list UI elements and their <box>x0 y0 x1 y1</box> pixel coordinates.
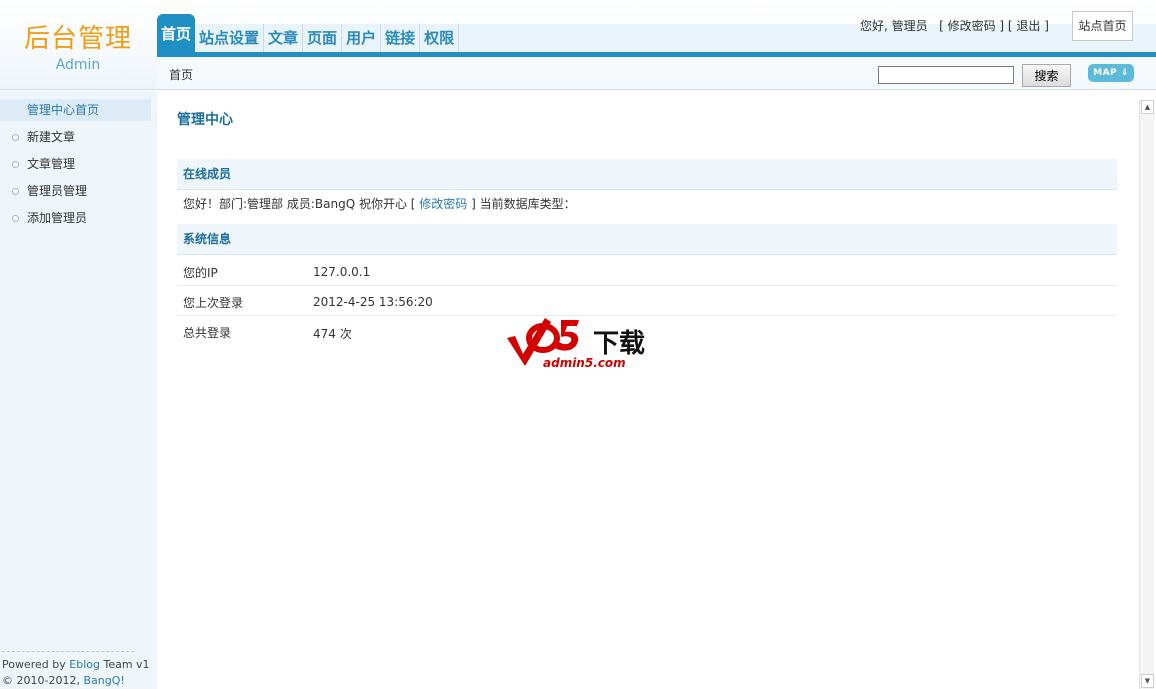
user-greeting: 您好, 管理员 <box>860 19 928 33</box>
map-button[interactable]: MAP ⇓ <box>1088 64 1134 82</box>
scroll-down-arrow-icon[interactable]: ▼ <box>1141 674 1154 688</box>
circle-bullet-icon <box>12 134 19 141</box>
circle-bullet-icon <box>12 215 19 222</box>
site-home-button[interactable]: 站点首页 <box>1072 11 1133 41</box>
arrow-down-icon: ⇓ <box>1120 68 1129 78</box>
header: 后台管理 Admin 首页 站点设置 文章 页面 用户 链接 权限 您好, 管理… <box>0 0 1156 90</box>
watermark-logo: 下载 admin5.com <box>505 314 651 374</box>
change-password-link-main[interactable]: 修改密码 <box>419 197 467 211</box>
main-content: 管理中心 在线成员 您好！部门:管理部 成员:BangQ 祝你开心 [ 修改密码… <box>157 91 1139 689</box>
nav-tab-pages[interactable]: 页面 <box>303 24 343 52</box>
breadcrumb[interactable]: 首页 <box>169 66 193 83</box>
info-key: 您的IP <box>183 266 218 280</box>
logout-link[interactable]: 退出 <box>1016 19 1040 33</box>
powered-by: Powered by Eblog Team v1 <box>2 657 150 673</box>
page-title: 管理中心 <box>177 112 233 128</box>
online-members-header: 在线成员 <box>177 159 1117 190</box>
system-info-header: 系统信息 <box>177 224 1117 255</box>
info-value: 474 次 <box>313 327 352 341</box>
map-label: MAP <box>1093 68 1118 78</box>
sidebar-item-label: 新建文章 <box>27 130 76 144</box>
online-text-after: ] 当前数据库类型： <box>467 197 576 211</box>
logo[interactable]: 后台管理 Admin <box>0 0 156 90</box>
circle-bullet-icon <box>12 161 19 168</box>
sidebar-item-article-manage[interactable]: 文章管理 <box>0 153 151 175</box>
watermark-brand: 下载 <box>593 329 645 359</box>
copyright-prefix: © 2010-2012, <box>2 674 84 687</box>
watermark-url: admin5.com <box>543 356 626 370</box>
nav-tab-home[interactable]: 首页 <box>157 14 196 52</box>
circle-bullet-icon <box>12 188 19 195</box>
sub-toolbar: 首页 搜索 MAP ⇓ <box>157 57 1156 89</box>
info-value: 127.0.0.1 <box>313 265 371 279</box>
bracket-separator: ] [ <box>995 19 1017 33</box>
online-text-before: 您好！部门:管理部 成员:BangQ 祝你开心 [ <box>183 197 420 211</box>
sidebar-item-new-article[interactable]: 新建文章 <box>0 126 151 148</box>
search-button[interactable]: 搜索 <box>1022 64 1071 87</box>
sidebar-item-label: 管理中心首页 <box>27 103 100 117</box>
scroll-up-arrow-icon[interactable]: ▲ <box>1141 100 1154 114</box>
table-row: 您的IP 127.0.0.1 <box>177 256 1117 286</box>
bracket-open: [ <box>931 19 948 33</box>
online-members-info: 您好！部门:管理部 成员:BangQ 祝你开心 [ 修改密码 ] 当前数据库类型… <box>183 195 576 212</box>
sidebar-item-label: 文章管理 <box>27 157 76 171</box>
vertical-scrollbar[interactable]: ▲ ▼ <box>1139 100 1154 689</box>
powered-suffix: Team v1 <box>99 658 150 671</box>
nav-tab-articles[interactable]: 文章 <box>264 24 304 52</box>
eblog-link[interactable]: Eblog <box>69 658 100 671</box>
sidebar-item-add-admin[interactable]: 添加管理员 <box>0 207 151 229</box>
user-info: 您好, 管理员 [ 修改密码 ] [ 退出 ] <box>860 17 1049 34</box>
nav-tab-permissions[interactable]: 权限 <box>420 24 460 52</box>
logo-subtitle: Admin <box>55 57 101 73</box>
info-value: 2012-4-25 13:56:20 <box>313 295 433 309</box>
change-password-link[interactable]: 修改密码 <box>948 19 996 33</box>
nav-tab-links[interactable]: 链接 <box>381 24 421 52</box>
info-key: 总共登录 <box>183 326 232 340</box>
sidebar-item-dashboard[interactable]: 管理中心首页 <box>0 99 151 121</box>
sidebar-item-label: 添加管理员 <box>27 211 88 225</box>
search-input[interactable] <box>878 66 1014 84</box>
sidebar-footer: Powered by Eblog Team v1 © 2010-2012, Ba… <box>2 651 150 689</box>
bracket-close: ] <box>1040 19 1049 33</box>
powered-prefix: Powered by <box>2 658 70 671</box>
info-key: 您上次登录 <box>183 296 244 310</box>
bangq-link[interactable]: BangQ! <box>83 674 124 687</box>
logo-title: 后台管理 <box>23 24 132 54</box>
sidebar-item-admin-manage[interactable]: 管理员管理 <box>0 180 151 202</box>
sidebar-item-label: 管理员管理 <box>27 184 88 198</box>
nav-tab-users[interactable]: 用户 <box>342 24 382 52</box>
main-nav: 首页 站点设置 文章 页面 用户 链接 权限 <box>157 14 460 52</box>
sidebar: 管理中心首页 新建文章 文章管理 管理员管理 添加管理员 Powered by … <box>0 91 157 689</box>
nav-tab-site-settings[interactable]: 站点设置 <box>195 24 265 52</box>
copyright: © 2010-2012, BangQ! <box>2 673 134 689</box>
table-row: 您上次登录 2012-4-25 13:56:20 <box>177 286 1117 316</box>
